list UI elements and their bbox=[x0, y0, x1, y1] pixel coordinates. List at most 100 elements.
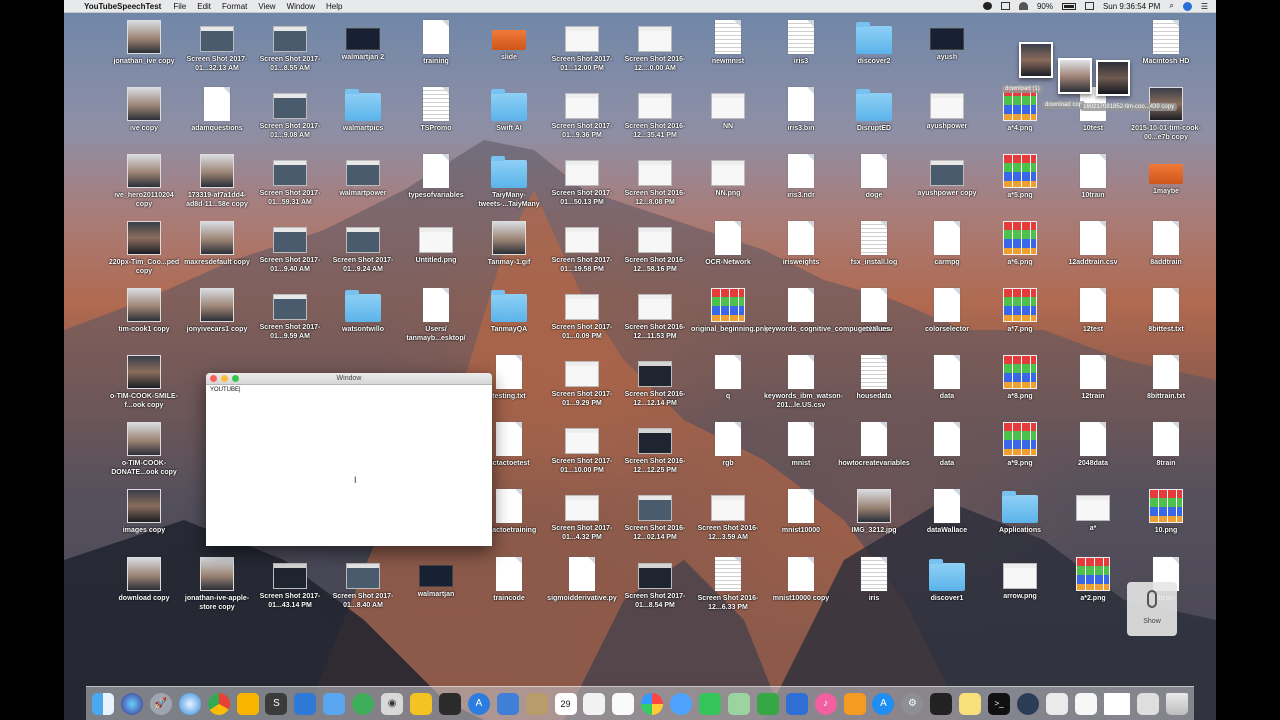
desktop-icon[interactable]: Screen Shot 2017-01...8.55 AM bbox=[253, 20, 327, 73]
desktop-icon[interactable]: a*9.png bbox=[983, 422, 1057, 468]
desktop-icon[interactable]: a*5.png bbox=[983, 154, 1057, 200]
desktop-icon[interactable]: Screen Shot 2017-01...59.31 AM bbox=[253, 154, 327, 207]
clock[interactable]: Sun 9:36:54 PM bbox=[1103, 2, 1160, 11]
desktop-icon[interactable]: Macintosh HD bbox=[1129, 20, 1203, 66]
desktop-icon[interactable]: 10.png bbox=[1129, 489, 1203, 535]
dragged-image-2[interactable] bbox=[1058, 58, 1092, 94]
desktop-icon[interactable]: getvalues bbox=[837, 288, 911, 334]
trash-icon[interactable] bbox=[1165, 692, 1188, 715]
desktop-icon[interactable]: ive_hero20110204 copy bbox=[107, 154, 181, 209]
desktop-icon[interactable]: ayush bbox=[910, 20, 984, 62]
desktop-icon[interactable]: 8train bbox=[1129, 422, 1203, 468]
calendar-icon[interactable]: 29 bbox=[554, 692, 577, 715]
desktop-icon[interactable]: housedata bbox=[837, 355, 911, 401]
desktop-icon[interactable]: 12test bbox=[1056, 288, 1130, 334]
desktop-icon[interactable]: ayushpower copy bbox=[910, 154, 984, 198]
desktop-icon[interactable]: Screen Shot 2017-01...12.00 PM bbox=[545, 20, 619, 73]
record-icon[interactable] bbox=[982, 2, 992, 10]
script-editor-icon[interactable] bbox=[1045, 692, 1068, 715]
desktop-icon[interactable]: rgb bbox=[691, 422, 765, 468]
desktop-icon[interactable]: 8bittest.txt bbox=[1129, 288, 1203, 334]
facetime-icon[interactable] bbox=[699, 692, 722, 715]
desktop-icon[interactable]: carmpg bbox=[910, 221, 984, 267]
desktop-icon[interactable]: 2015-10-01-tim-cook-00...e7b copy bbox=[1129, 87, 1203, 142]
notes-icon[interactable] bbox=[525, 692, 548, 715]
desktop-icon[interactable]: Screen Shot 2016-12...35.41 PM bbox=[618, 87, 692, 140]
desktop-icon[interactable]: OCR-Network bbox=[691, 221, 765, 267]
messages-icon[interactable] bbox=[670, 692, 693, 715]
window-thumbnail-icon[interactable] bbox=[1103, 692, 1130, 715]
desktop-icon[interactable]: howtocreatevariables bbox=[837, 422, 911, 468]
desktop-icon[interactable]: iris bbox=[837, 557, 911, 603]
elephant-icon[interactable]: ◉ bbox=[381, 692, 404, 715]
desktop-icon[interactable]: ive copy bbox=[107, 87, 181, 133]
dictation-widget[interactable]: Show bbox=[1127, 582, 1177, 636]
desktop-icon[interactable]: images copy bbox=[107, 489, 181, 535]
desktop-icon[interactable]: iris3 bbox=[764, 20, 838, 66]
desktop-icon[interactable]: Screen Shot 2017-01...50.13 PM bbox=[545, 154, 619, 207]
desktop-icon[interactable]: IMG_3212.jpg bbox=[837, 489, 911, 535]
desktop-icon[interactable]: discover2 bbox=[837, 20, 911, 66]
desktop-icon[interactable]: a*4.png bbox=[983, 87, 1057, 133]
desktop-icon[interactable]: keywords_ibm_watson-201...le.US.csv bbox=[764, 355, 843, 410]
textedit-icon[interactable] bbox=[583, 692, 606, 715]
desktop-icon[interactable]: Untitled.png bbox=[399, 221, 473, 265]
itunes-icon[interactable]: ♪ bbox=[814, 692, 837, 715]
desktop-icon[interactable]: Screen Shot 2016-12...3.59 AM bbox=[691, 489, 765, 542]
desktop-icon[interactable]: adamquestions bbox=[180, 87, 254, 133]
desktop-icon[interactable]: Screen Shot 2016-12...8.08 PM bbox=[618, 154, 692, 207]
desktop-icon[interactable]: Screen Shot 2017-01...9.29 PM bbox=[545, 355, 619, 408]
desktop-icon[interactable]: Screen Shot 2017-01...0.09 PM bbox=[545, 288, 619, 341]
atom-icon[interactable] bbox=[352, 692, 375, 715]
flag-icon[interactable] bbox=[1084, 2, 1094, 10]
desktop-icon[interactable]: jonyivecars1 copy bbox=[180, 288, 254, 334]
preview-icon[interactable] bbox=[496, 692, 519, 715]
desktop-icon[interactable]: 8bittrain.txt bbox=[1129, 355, 1203, 401]
app-store-2-icon[interactable]: A bbox=[872, 692, 895, 715]
desktop-icon[interactable]: 2048data bbox=[1056, 422, 1130, 468]
desktop-icon[interactable]: Screen Shot 2016-12....0.00 AM bbox=[618, 20, 692, 73]
finder-icon[interactable] bbox=[92, 692, 114, 715]
system-preferences-icon[interactable]: ⚙ bbox=[901, 692, 924, 715]
menu-view[interactable]: View bbox=[258, 2, 275, 11]
window-titlebar[interactable]: Window bbox=[206, 373, 492, 385]
desktop-icon[interactable]: 12addtrain.csv bbox=[1056, 221, 1130, 267]
desktop-icon[interactable]: doge bbox=[837, 154, 911, 200]
dragged-image-3[interactable] bbox=[1096, 60, 1130, 96]
reminders-icon[interactable] bbox=[612, 692, 635, 715]
desktop-icon[interactable]: NN.png bbox=[691, 154, 765, 198]
activity-monitor-icon[interactable] bbox=[930, 692, 953, 715]
dragged-image-1[interactable] bbox=[1019, 42, 1053, 78]
desktop-icon[interactable]: o-TIM-COOK-SMILE-f...ook copy bbox=[107, 355, 181, 410]
desktop-icon[interactable]: 12train bbox=[1056, 355, 1130, 401]
desktop-icon[interactable]: Screen Shot 2017-01...9.59 AM bbox=[253, 288, 327, 341]
desktop-icon[interactable]: q bbox=[691, 355, 765, 401]
desktop-icon[interactable]: Screen Shot 2017-01...32.13 AM bbox=[180, 20, 254, 73]
menu-file[interactable]: File bbox=[173, 2, 186, 11]
desktop-icon[interactable]: Screen Shot 2017-01...8.54 PM bbox=[618, 557, 692, 610]
desktop-icon[interactable]: download copy bbox=[107, 557, 181, 603]
desktop-icon[interactable]: jonathan_ive copy bbox=[107, 20, 181, 66]
sketch-icon[interactable] bbox=[236, 692, 259, 715]
desktop-icon[interactable]: a*2.png bbox=[1056, 557, 1130, 603]
desktop-icon[interactable]: mnist10000 copy bbox=[764, 557, 838, 603]
stickies-icon[interactable] bbox=[959, 692, 982, 715]
notification-center-icon[interactable]: ☰ bbox=[1201, 2, 1208, 11]
desktop-icon[interactable]: 1maybe bbox=[1129, 154, 1203, 196]
xcode-icon[interactable] bbox=[294, 692, 317, 715]
document-icon[interactable] bbox=[1074, 692, 1097, 715]
desktop-icon[interactable]: Screen Shot 2016-12...58.16 PM bbox=[618, 221, 692, 274]
desktop-icon[interactable]: dataWallace bbox=[910, 489, 984, 535]
desktop-icon[interactable]: irisweights bbox=[764, 221, 838, 267]
desktop-icon[interactable]: ayushpower bbox=[910, 87, 984, 131]
cyberduck-icon[interactable] bbox=[409, 692, 432, 715]
desktop-icon[interactable]: discover1 bbox=[910, 557, 984, 603]
ibooks-icon[interactable] bbox=[843, 692, 866, 715]
app-store-icon[interactable]: A bbox=[467, 692, 490, 715]
desktop-icon[interactable]: keywords_cognitive_compu...e.US.csv bbox=[764, 288, 893, 334]
desktop-icon[interactable]: Screen Shot 2017-01...43.14 PM bbox=[253, 557, 327, 610]
desktop-icon[interactable]: Screen Shot 2016-12...12.25 PM bbox=[618, 422, 692, 475]
photos-icon[interactable] bbox=[641, 692, 664, 715]
maps-icon[interactable] bbox=[727, 692, 750, 715]
desktop-icon[interactable]: TSPromo bbox=[399, 87, 473, 133]
